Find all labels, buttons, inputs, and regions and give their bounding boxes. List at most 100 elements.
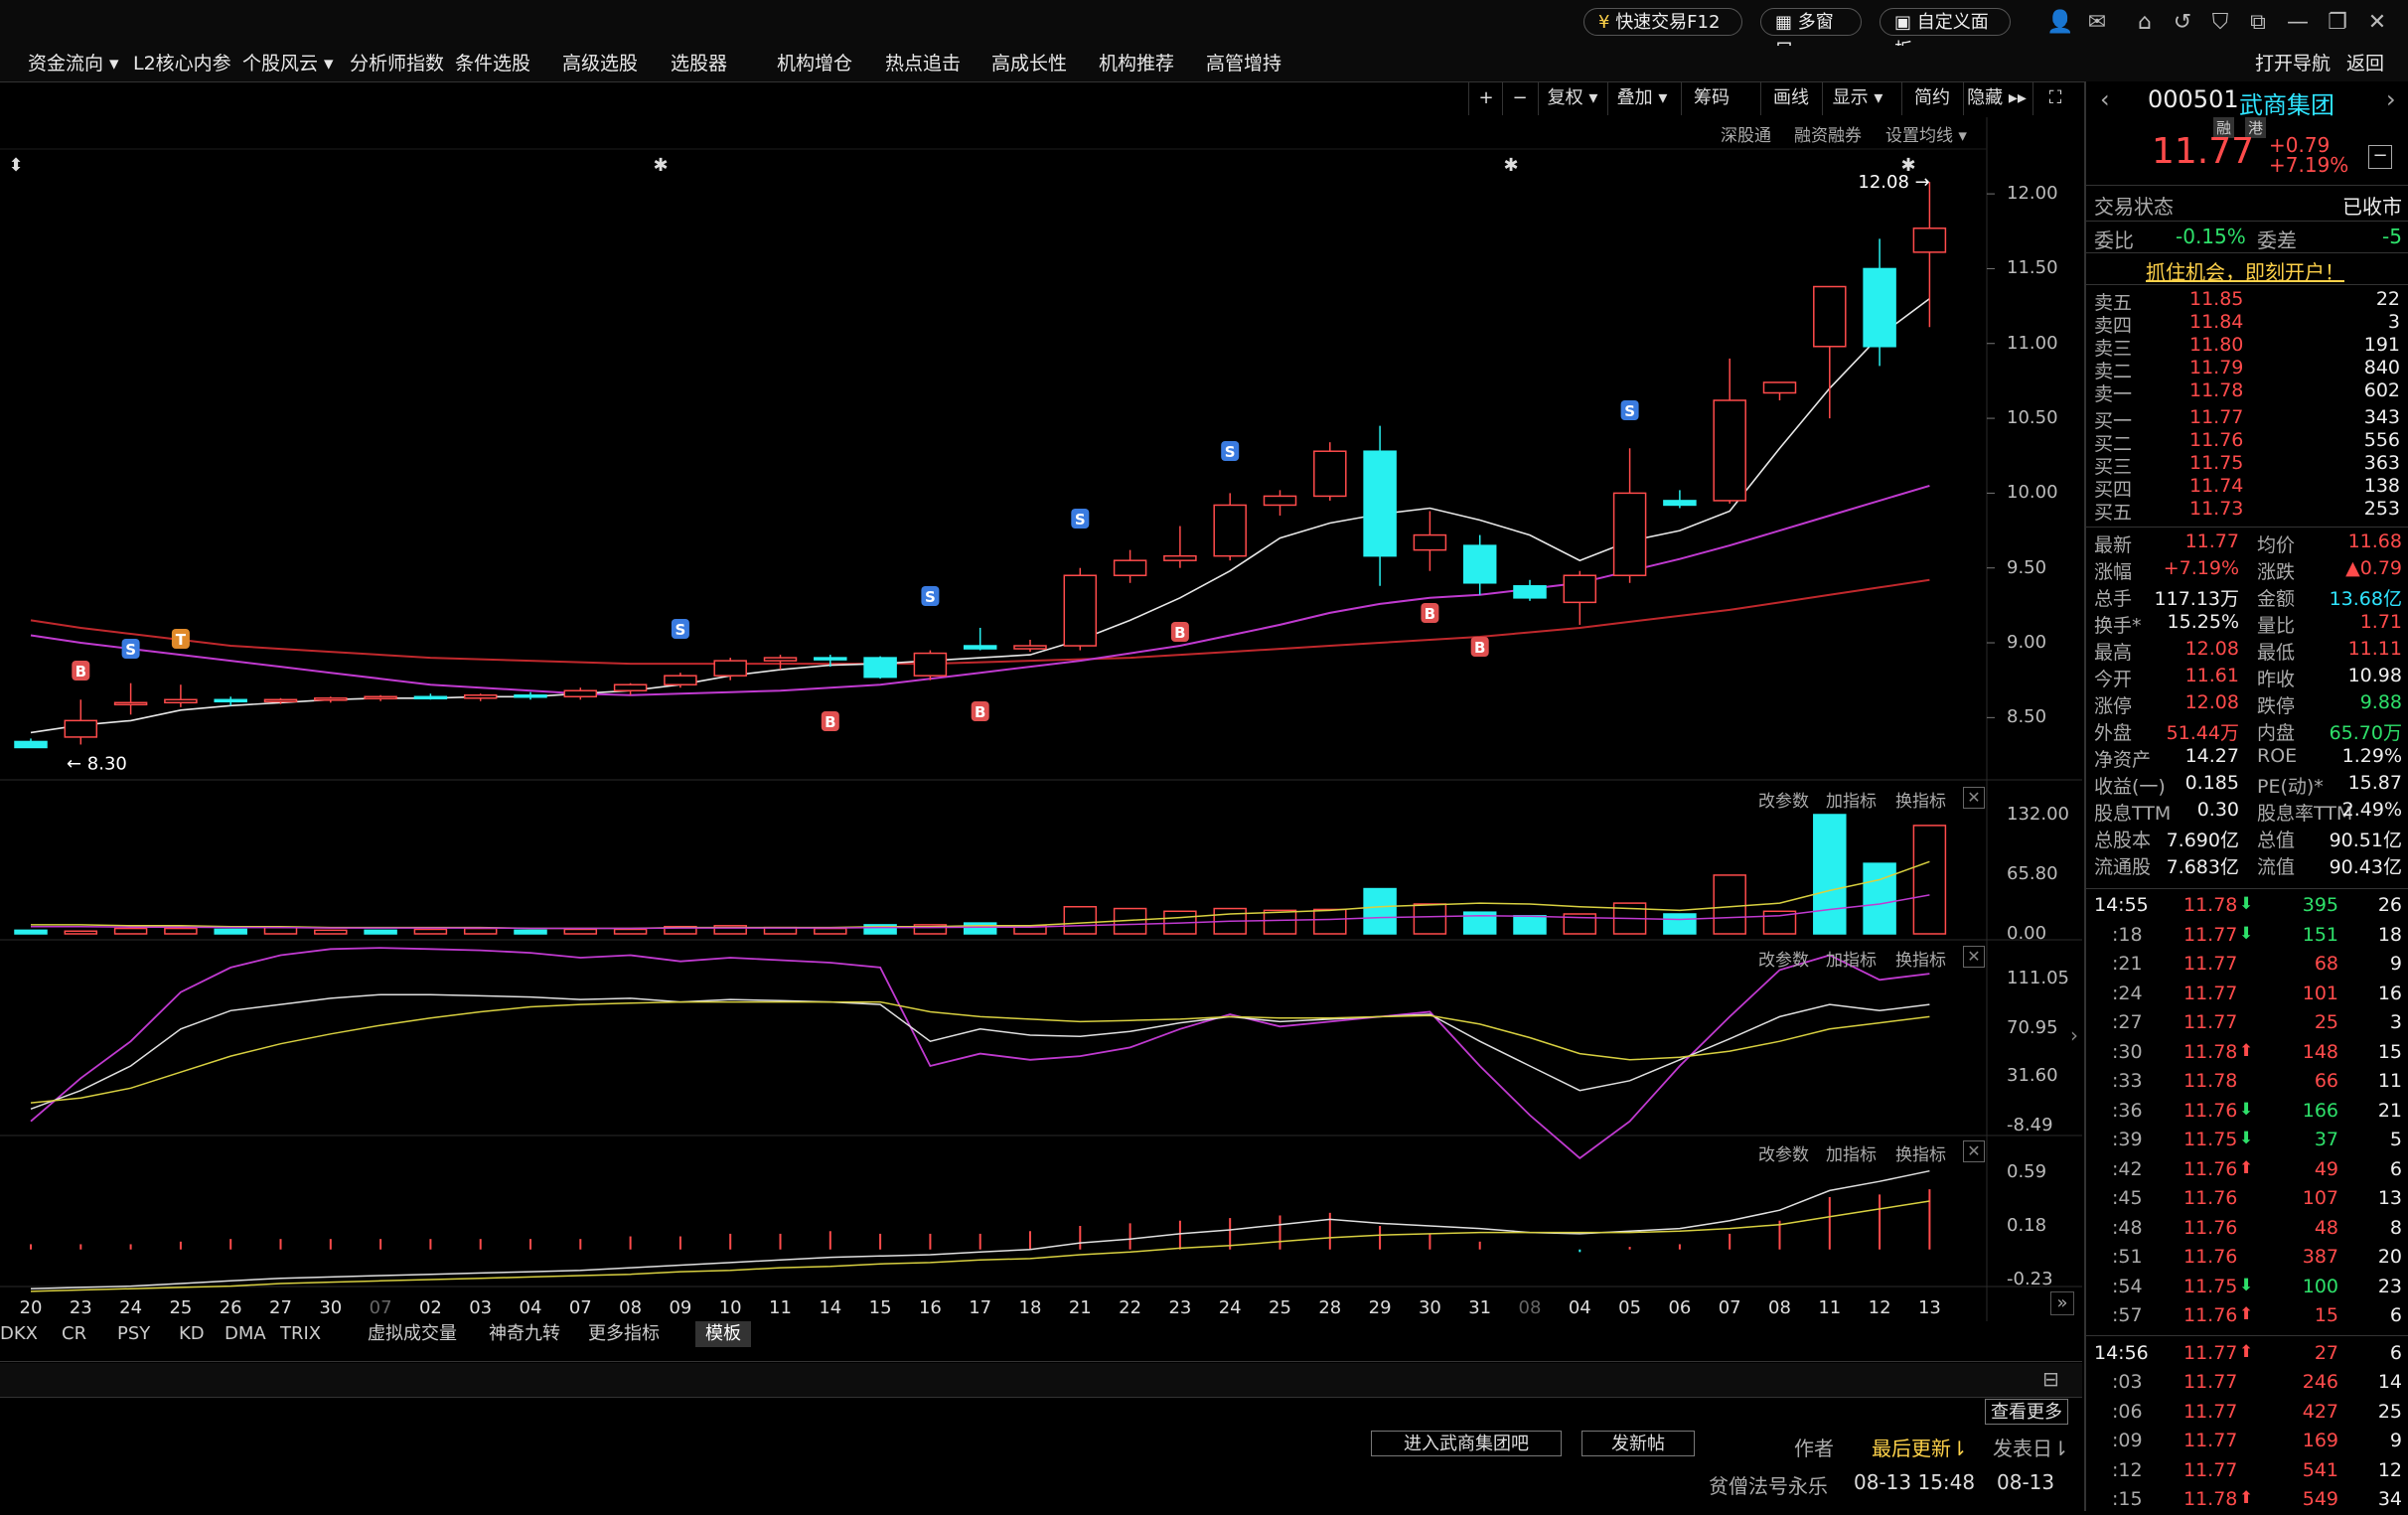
tick-row: 14:56 11.77 ⬆ 27 6 [2086, 1342, 2408, 1369]
popout-icon[interactable]: ⧉ [2245, 10, 2271, 36]
prev-stock-icon[interactable]: ‹ [2100, 85, 2110, 113]
quote-value: 15.25% [2167, 611, 2239, 633]
vol-close-icon[interactable]: ✕ [1963, 787, 1985, 809]
indicator-tab-9[interactable]: 模板 [695, 1321, 751, 1347]
bid-row[interactable]: 买三 11.75 363 [2086, 452, 2408, 478]
quote-value: 12.08 [2184, 638, 2239, 660]
candle-body [1462, 544, 1497, 584]
home-icon[interactable]: ⌂ [2132, 10, 2158, 36]
tick-volume: 166 [2302, 1099, 2338, 1122]
kd-params-button[interactable]: 改参数 [1758, 946, 1809, 971]
posted-column[interactable]: 发表日⇂ [1993, 1433, 2069, 1461]
candle-body [963, 645, 997, 650]
vol-add-button[interactable]: 加指标 [1826, 787, 1877, 812]
kd-close-icon[interactable]: ✕ [1963, 946, 1985, 968]
x-tick: 09 [669, 1297, 692, 1318]
volume-bar [14, 929, 48, 935]
mail-icon[interactable]: ✉ [2084, 10, 2110, 36]
shirt-icon[interactable]: ⛉ [2207, 10, 2233, 36]
volume-bar [963, 922, 997, 935]
indicator-tab-8[interactable]: 更多指标 [588, 1321, 660, 1347]
collapse-icon[interactable]: ⊟ [2042, 1367, 2059, 1391]
scroll-right-icon[interactable]: » [2050, 1291, 2074, 1315]
level-price: 11.84 [2189, 311, 2244, 333]
macd-switch-button[interactable]: 换指标 [1895, 1140, 1946, 1165]
indicator-tab-4[interactable]: DMA [225, 1321, 266, 1347]
new-post-button[interactable]: 发新帖 [1581, 1431, 1695, 1456]
x-tick: 12 [1868, 1297, 1891, 1318]
x-tick: 13 [1917, 1297, 1941, 1318]
vol-switch-button[interactable]: 换指标 [1895, 787, 1946, 812]
indicator-tab-2[interactable]: PSY [117, 1321, 150, 1347]
stock-price: 11.77 [2152, 131, 2255, 172]
back-link[interactable]: 返回 [2346, 46, 2384, 81]
vol-params-button[interactable]: 改参数 [1758, 787, 1809, 812]
tick-arrow-icon: ⬆ [2239, 1488, 2254, 1508]
quote-value: 11.77 [2184, 530, 2239, 552]
minus-icon[interactable]: − [2368, 145, 2392, 169]
tick-count: 18 [2377, 923, 2402, 946]
tick-time: :06 [2112, 1400, 2143, 1423]
candle-body [613, 683, 648, 691]
undo-icon[interactable]: ↺ [2170, 10, 2195, 36]
minimize-icon[interactable]: — [2285, 10, 2311, 36]
indicator-tab-7[interactable]: 神奇九转 [489, 1321, 560, 1347]
indicator-tab-1[interactable]: CR [62, 1321, 86, 1347]
indicator-tab-6[interactable]: 虚拟成交量 [368, 1321, 457, 1347]
bid-row[interactable]: 买五 11.73 253 [2086, 498, 2408, 524]
signal-marker-label: S [1075, 511, 1086, 529]
tick-price: 11.78 [2183, 1040, 2238, 1063]
stock-name[interactable]: 武商集团 [2239, 85, 2334, 120]
ask-row[interactable]: 卖五 11.85 22 [2086, 288, 2408, 314]
panel-toggle-icon[interactable]: › [2070, 1023, 2078, 1047]
tick-volume: 541 [2302, 1458, 2338, 1481]
candle-body [1413, 533, 1447, 551]
tick-row: :06 11.77 427 25 [2086, 1401, 2408, 1428]
tick-time: :48 [2112, 1216, 2143, 1239]
ask-row[interactable]: 卖二 11.79 840 [2086, 357, 2408, 382]
indicator-tab-3[interactable]: KD [179, 1321, 205, 1347]
indicator-tab-0[interactable]: DKX [0, 1321, 38, 1347]
macd-params-button[interactable]: 改参数 [1758, 1140, 1809, 1165]
restore-icon[interactable]: ❐ [2325, 10, 2350, 36]
ask-row[interactable]: 卖一 11.78 602 [2086, 379, 2408, 405]
indicator-tab-5[interactable]: TRIX [280, 1321, 321, 1347]
more-button[interactable]: 查看更多 [1985, 1399, 2068, 1425]
enter-forum-button[interactable]: 进入武商集团吧 [1371, 1431, 1562, 1456]
quote-label: 涨跌 [2257, 561, 2296, 583]
open-account-link[interactable]: 抓住机会，即刻开户！ [2146, 256, 2344, 285]
kd-switch-button[interactable]: 换指标 [1895, 946, 1946, 971]
tick-count: 21 [2377, 1099, 2402, 1122]
forum-author[interactable]: 贫僧法号永乐 [1709, 1470, 1828, 1499]
next-stock-icon[interactable]: › [2386, 85, 2396, 113]
kd-add-button[interactable]: 加指标 [1826, 946, 1877, 971]
bid-row[interactable]: 买二 11.76 556 [2086, 429, 2408, 455]
kd-tick: -8.49 [2007, 1115, 2053, 1136]
macd-close-icon[interactable]: ✕ [1963, 1140, 1985, 1162]
signal-marker-label: T [176, 631, 187, 649]
tick-price: 11.77 [2183, 982, 2238, 1004]
bid-row[interactable]: 买四 11.74 138 [2086, 475, 2408, 501]
tick-volume: 151 [2302, 923, 2338, 946]
macd-add-button[interactable]: 加指标 [1826, 1140, 1877, 1165]
author-column[interactable]: 作者 [1794, 1433, 1834, 1461]
x-tick: 20 [19, 1297, 43, 1318]
ask-row[interactable]: 卖四 11.84 3 [2086, 311, 2408, 337]
candle-body [463, 693, 498, 699]
quote-value: 51.44万 [2166, 722, 2239, 744]
open-nav-link[interactable]: 打开导航 [2255, 46, 2331, 81]
forum-updated: 08-13 15:48 [1854, 1470, 1976, 1494]
macd-tick: -0.23 [2007, 1269, 2053, 1289]
x-tick: 27 [269, 1297, 292, 1318]
level-price: 11.85 [2189, 288, 2244, 310]
ask-row[interactable]: 卖三 11.80 191 [2086, 334, 2408, 360]
bid-row[interactable]: 买一 11.77 343 [2086, 406, 2408, 432]
x-tick: 28 [1318, 1297, 1342, 1318]
close-icon[interactable]: ✕ [2364, 10, 2390, 36]
x-tick: 14 [819, 1297, 842, 1318]
price-tick: 9.00 [2007, 632, 2047, 654]
quote-row: 净资产 14.27 ROE 1.29% [2086, 745, 2408, 772]
volume-bar [1263, 909, 1297, 935]
updated-column[interactable]: 最后更新⇂ [1872, 1433, 1968, 1461]
quote-value: 1.71 [2359, 611, 2402, 633]
